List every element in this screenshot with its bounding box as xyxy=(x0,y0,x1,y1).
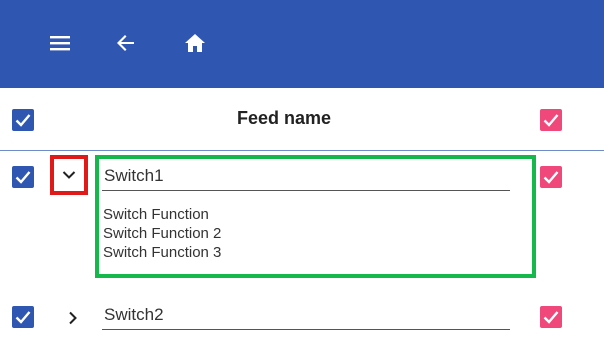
row-right-checkbox-switch1[interactable] xyxy=(540,166,562,188)
app-toolbar xyxy=(0,0,604,88)
header-divider xyxy=(0,150,604,151)
function-list: Switch Function Switch Function 2 Switch… xyxy=(103,205,221,262)
checkmark-icon xyxy=(543,311,559,324)
checkmark-icon xyxy=(15,171,31,184)
checkmark-icon xyxy=(543,171,559,184)
list-item[interactable]: Switch Function 2 xyxy=(103,224,221,243)
list-item[interactable]: Switch Function 3 xyxy=(103,243,221,262)
chevron-down-icon xyxy=(62,171,76,179)
row-checkbox-switch2[interactable] xyxy=(12,306,34,328)
checkmark-icon xyxy=(15,311,31,324)
checkmark-icon xyxy=(543,114,559,127)
hamburger-menu-icon[interactable] xyxy=(46,28,76,58)
arrow-back-icon[interactable] xyxy=(111,28,141,58)
feed-name-field[interactable]: Switch2 xyxy=(102,302,510,330)
home-icon[interactable] xyxy=(180,28,210,58)
feed-list-screen: Feed name Switch1 Switch Function Switch… xyxy=(0,0,604,345)
chevron-right-icon xyxy=(69,311,77,325)
column-header-feed-name: Feed name xyxy=(236,108,332,128)
row-checkbox-switch1[interactable] xyxy=(12,166,34,188)
row-right-checkbox-switch2[interactable] xyxy=(540,306,562,328)
expand-toggle-switch1[interactable] xyxy=(50,155,88,195)
expand-toggle-switch2[interactable] xyxy=(54,298,92,338)
list-item[interactable]: Switch Function xyxy=(103,205,221,224)
header-right-checkbox[interactable] xyxy=(540,109,562,131)
